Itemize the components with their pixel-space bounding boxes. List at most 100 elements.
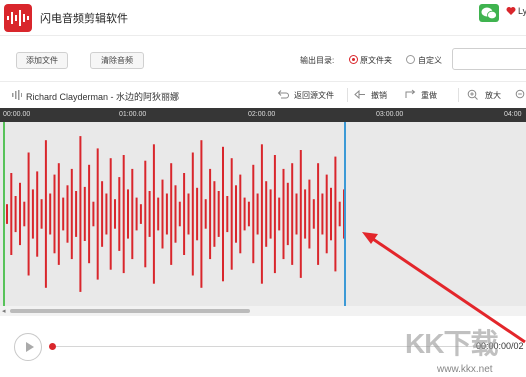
waveform-bar — [209, 168, 212, 260]
waveform-bar — [260, 144, 263, 284]
waveform-bar — [226, 196, 229, 233]
waveform-bar — [308, 179, 311, 249]
timeline-ruler[interactable]: 00:00.00 01:00.00 02:00.00 03:00.00 04:0… — [0, 108, 526, 122]
user-name[interactable]: Ly — [518, 6, 526, 16]
waveform-bar — [265, 181, 268, 247]
zoom-out-icon[interactable] — [515, 89, 526, 100]
waveform-bar — [70, 168, 73, 260]
waveform-bar — [131, 168, 134, 260]
waveform-bar — [66, 185, 69, 243]
waveform-bar — [53, 174, 56, 254]
heart-icon[interactable] — [506, 6, 516, 16]
timeline-tick-label: 03:00.00 — [376, 111, 404, 118]
redo-button[interactable]: 重做 — [421, 90, 437, 101]
edit-toolbar: Richard Clayderman - 水边的阿狄丽娜 返回源文件 撤销 重做… — [0, 82, 526, 108]
waveform-logo-icon — [4, 4, 32, 32]
toolbar-divider — [458, 88, 459, 102]
output-path-input[interactable] — [452, 48, 526, 70]
waveform-bar — [247, 201, 250, 227]
waveform-bar — [109, 158, 112, 270]
zoom-in-icon[interactable] — [467, 89, 479, 100]
waveform-bar — [36, 171, 39, 257]
watermark-text: KK下载 — [405, 328, 498, 359]
app-title: 闪电音频剪辑软件 — [40, 13, 128, 25]
waveform-bar — [170, 163, 173, 265]
clear-audio-button[interactable]: 清除音频 — [90, 52, 144, 69]
add-file-button[interactable]: 添加文件 — [16, 52, 68, 69]
waveform-bar — [235, 185, 237, 243]
waveform-bar — [6, 204, 8, 224]
waveform-bar — [144, 160, 147, 268]
waveform-bar — [187, 193, 190, 235]
redo-icon[interactable] — [404, 89, 416, 100]
waveform-bar — [139, 204, 142, 224]
waveform-bar — [152, 144, 155, 284]
radio-custom-label[interactable]: 自定义 — [418, 55, 442, 66]
waveform-bar — [62, 197, 65, 231]
waveform-bar — [222, 146, 224, 282]
wechat-icon[interactable] — [479, 4, 499, 22]
timeline-tick-label: 04:00 — [504, 111, 522, 118]
waveform-bar — [165, 193, 168, 235]
waveform-bar — [252, 164, 255, 264]
scroll-left-icon[interactable]: ◂ — [2, 307, 6, 315]
toolbar-divider — [347, 88, 348, 102]
waveform-bar — [118, 177, 121, 251]
waveform — [6, 136, 345, 292]
waveform-bar — [200, 140, 203, 288]
waveform-bar — [330, 187, 332, 241]
horizontal-scrollbar[interactable]: ◂ — [0, 306, 526, 316]
waveform-bar — [256, 193, 259, 235]
waveform-bar — [321, 193, 324, 235]
waveform-bar — [23, 201, 26, 227]
radio-source-folder-label[interactable]: 原文件夹 — [360, 55, 392, 66]
waveform-bar — [10, 173, 13, 255]
waveform-bar — [243, 197, 246, 231]
waveform-bar — [174, 185, 177, 243]
waveform-bar — [299, 150, 302, 278]
waveform-bar — [325, 174, 328, 254]
waveform-bar — [79, 136, 82, 292]
waveform-bar — [338, 201, 341, 227]
waveform-bar — [92, 201, 95, 227]
waveform-bar — [88, 164, 91, 264]
radio-custom[interactable] — [406, 55, 415, 64]
waveform-area[interactable] — [0, 122, 526, 306]
waveform-bar — [49, 193, 52, 235]
waveform-bar — [291, 163, 294, 265]
waveform-bar — [122, 155, 125, 274]
waveform-bar — [19, 182, 21, 246]
audio-wave-icon — [12, 90, 22, 100]
waveform-bar — [114, 199, 116, 229]
play-button[interactable] — [14, 333, 42, 361]
timeline-tick-label: 00:00.00 — [3, 111, 31, 118]
return-arrow-icon[interactable] — [277, 89, 289, 100]
waveform-bar — [317, 163, 320, 265]
selection-end-marker[interactable] — [344, 122, 346, 306]
waveform-bar — [334, 156, 337, 272]
waveform-bar — [217, 191, 220, 237]
waveform-bar — [230, 158, 233, 270]
timeline-tick-label: 02:00.00 — [248, 111, 276, 118]
waveform-bar — [127, 189, 129, 239]
waveform-bar — [304, 189, 307, 239]
return-source-button[interactable]: 返回源文件 — [294, 90, 334, 101]
undo-icon[interactable] — [354, 89, 366, 100]
waveform-bar — [44, 140, 47, 288]
title-bar: 闪电音频剪辑软件 Ly — [0, 0, 526, 36]
waveform-bar — [40, 199, 43, 229]
waveform-bar — [178, 201, 181, 227]
waveform-bar — [148, 191, 151, 237]
zoom-in-button[interactable]: 放大 — [485, 90, 501, 101]
waveform-bar — [239, 174, 242, 254]
waveform-bar — [204, 199, 207, 229]
waveform-bar — [27, 152, 30, 276]
selection-start-marker[interactable] — [3, 122, 5, 306]
scrollbar-thumb[interactable] — [10, 309, 250, 313]
waveform-bar — [14, 196, 17, 233]
waveform-bar — [183, 173, 186, 255]
waveform-bar — [31, 189, 34, 239]
playback-position-handle[interactable] — [49, 343, 56, 350]
undo-button[interactable]: 撤销 — [371, 90, 387, 101]
radio-source-folder[interactable] — [349, 55, 358, 64]
